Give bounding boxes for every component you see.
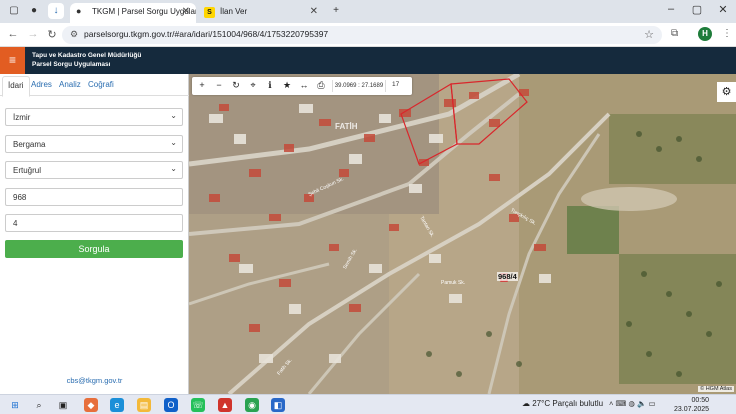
tab-adres[interactable]: Adres <box>31 80 52 89</box>
copilot-icon[interactable]: ◆ <box>84 398 98 412</box>
print-icon[interactable]: ⎙ <box>314 80 328 91</box>
province-value: İzmir <box>13 113 31 122</box>
sahibinden-logo-icon: S <box>204 7 215 18</box>
neighborhood-value: Ertuğrul <box>13 166 42 175</box>
search-tabs: İdari Adres Analiz Coğrafi <box>0 74 189 97</box>
task-view-icon[interactable]: ▣ <box>56 398 70 412</box>
chrome-icon[interactable]: ◉ <box>245 398 259 412</box>
chevron-down-icon: ⌄ <box>170 111 177 120</box>
keyboard-icon[interactable]: ⌨ <box>615 399 626 408</box>
parsel-input[interactable]: 4 <box>5 214 183 232</box>
site-info-icon[interactable]: ⚙ <box>70 29 78 40</box>
tab-analiz[interactable]: Analiz <box>59 80 81 89</box>
map-view[interactable]: FATİH Şehit Coşkun Sk. Fatih Sk. Tantan … <box>189 74 736 394</box>
minimize-button[interactable]: – <box>660 3 682 15</box>
neighborhood-map-label: FATİH <box>335 122 358 131</box>
browser-menu-icon[interactable]: ⋮ <box>722 28 732 39</box>
tab-cografi[interactable]: Coğrafi <box>88 80 114 89</box>
chevron-down-icon: ⌄ <box>170 138 177 147</box>
windows-start-icon[interactable]: ⊞ <box>8 398 22 412</box>
whatsapp-icon[interactable]: ☏ <box>191 398 205 412</box>
close-icon[interactable]: ✕ <box>182 6 190 17</box>
address-bar-row: ← → ↻ ⚙ parselsorgu.tkgm.gov.tr/#ara/ida… <box>0 23 736 47</box>
app-title-line2: Parsel Sorgu Uygulaması <box>32 61 111 68</box>
gear-icon[interactable]: ⚙ <box>717 82 736 102</box>
ada-input[interactable]: 968 <box>5 188 183 206</box>
map-attribution: © HGM Atlas <box>698 386 734 392</box>
weather-text: Parçalı bulutlu <box>552 399 604 408</box>
search-icon[interactable]: ⌕ <box>32 398 46 412</box>
extensions-icon[interactable]: ⧉ <box>671 28 678 39</box>
hamburger-menu-button[interactable]: ≡ <box>0 47 25 74</box>
pinned-location-icon[interactable]: ● <box>26 3 42 19</box>
sorgula-button[interactable]: Sorgula <box>5 240 183 258</box>
windows-taskbar: ⊞ ⌕ ▣ ◆ e ▤ O ☏ ▲ ◉ ◧ ☁ 27°C Parçalı bul… <box>0 394 736 414</box>
weather-temp: 27°C <box>532 399 551 408</box>
app-title-line1: Tapu ve Kadastro Genel Müdürlüğü <box>32 52 142 59</box>
tab-tkgm[interactable]: ● TKGM | Parsel Sorgu Uygulaması ✕ <box>70 3 196 23</box>
profile-avatar[interactable]: H <box>698 27 712 41</box>
district-select[interactable]: Bergama ⌄ <box>5 135 183 153</box>
tab-title: İlan Ver <box>220 7 248 16</box>
map-toolbar: + − ↻ ⌖ ℹ ★ ↔ ⎙ 39.0969 : 27.1689 17 <box>192 77 412 95</box>
browser-tab-strip: ▢ ● ↓ ● TKGM | Parsel Sorgu Uygulaması ✕… <box>0 0 736 23</box>
chevron-up-icon[interactable]: ˄ <box>609 399 613 408</box>
coordinate-readout: 39.0969 : 27.1689 <box>332 80 386 92</box>
url-text[interactable]: parselsorgu.tkgm.gov.tr/#ara/idari/15100… <box>84 29 328 39</box>
window-close-button[interactable]: ✕ <box>712 3 734 16</box>
edge-icon[interactable]: e <box>110 398 124 412</box>
battery-icon[interactable]: ▭ <box>648 399 655 408</box>
network-icon[interactable]: ◍ <box>628 399 635 408</box>
location-pin-icon: ● <box>76 6 82 16</box>
clock-date: 23.07.2025 <box>674 406 710 413</box>
satellite-imagery <box>189 74 736 394</box>
new-tab-button[interactable]: + <box>328 3 344 19</box>
tab-title: TKGM | Parsel Sorgu Uygulaması <box>92 7 196 16</box>
reload-icon[interactable]: ↻ <box>45 28 59 41</box>
zoom-level: 17 <box>392 81 400 88</box>
locate-icon[interactable]: ⌖ <box>246 80 260 91</box>
tab-idari[interactable]: İdari <box>2 76 30 97</box>
app-header: ≡ Tapu ve Kadastro Genel Müdürlüğü Parse… <box>0 47 736 74</box>
search-panel: İdari Adres Analiz Coğrafi İzmir ⌄ Berga… <box>0 74 189 394</box>
close-icon[interactable]: ✕ <box>310 6 318 17</box>
forward-arrow-icon[interactable]: → <box>26 28 40 40</box>
pinned-download-icon[interactable]: ↓ <box>48 3 64 19</box>
district-value: Bergama <box>13 140 46 149</box>
outlook-icon[interactable]: O <box>164 398 178 412</box>
url-omnibox[interactable]: ⚙ parselsorgu.tkgm.gov.tr/#ara/idari/151… <box>62 26 662 44</box>
maximize-button[interactable]: ▢ <box>686 3 708 16</box>
street-label: Pamuk Sk. <box>441 280 466 286</box>
system-tray[interactable]: ˄ ⌨ ◍ 🔈 ▭ <box>609 399 656 408</box>
tab-ilan-ver[interactable]: S İlan Ver ✕ <box>198 3 324 23</box>
contact-email-link[interactable]: cbs@tkgm.gov.tr <box>0 376 189 385</box>
favorite-star-icon[interactable]: ★ <box>280 80 294 91</box>
clock-time: 00:50 <box>691 397 710 404</box>
system-clock[interactable]: 00:50 23.07.2025 <box>674 396 709 414</box>
refresh-icon[interactable]: ↻ <box>229 80 243 91</box>
province-select[interactable]: İzmir ⌄ <box>5 108 183 126</box>
info-icon[interactable]: ℹ <box>263 80 277 91</box>
zoom-in-button[interactable]: + <box>195 80 209 90</box>
app-icon[interactable]: ▲ <box>218 398 232 412</box>
zoom-out-button[interactable]: − <box>212 80 226 90</box>
file-explorer-icon[interactable]: ▤ <box>137 398 151 412</box>
parcel-label[interactable]: 968/4 <box>497 272 518 281</box>
measure-icon[interactable]: ↔ <box>297 80 311 90</box>
tab-search-icon[interactable]: ▢ <box>6 3 22 19</box>
neighborhood-select[interactable]: Ertuğrul ⌄ <box>5 161 183 179</box>
app-title: Tapu ve Kadastro Genel Müdürlüğü Parsel … <box>32 51 141 69</box>
weather-widget[interactable]: ☁ 27°C Parçalı bulutlu <box>522 399 603 408</box>
app-icon[interactable]: ◧ <box>271 398 285 412</box>
back-arrow-icon[interactable]: ← <box>6 28 20 40</box>
weather-icon: ☁ <box>522 399 530 408</box>
volume-icon[interactable]: 🔈 <box>637 399 646 408</box>
chevron-down-icon: ⌄ <box>170 164 177 173</box>
bookmark-star-icon[interactable]: ☆ <box>644 28 654 41</box>
